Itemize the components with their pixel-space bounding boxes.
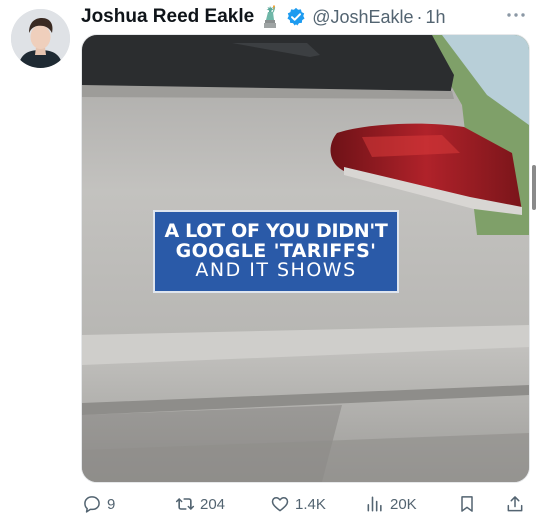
- tweet-header: Joshua Reed Eakle @JoshEakle · 1h: [81, 3, 446, 31]
- reply-icon: [84, 496, 100, 513]
- repost-button[interactable]: 204: [175, 490, 225, 518]
- verified-badge-icon: [287, 7, 305, 26]
- sticker-line-3: AND IT SHOWS: [195, 259, 357, 282]
- statue-of-liberty-icon: [264, 5, 277, 28]
- author-handle[interactable]: @JoshEakle: [312, 7, 413, 28]
- repost-count: 204: [200, 495, 226, 513]
- like-count: 1.4K: [295, 495, 326, 513]
- share-button[interactable]: [505, 490, 525, 518]
- views-button[interactable]: 20K: [365, 490, 417, 518]
- more-options-icon[interactable]: [505, 10, 527, 20]
- views-count: 20K: [390, 495, 417, 513]
- reply-count: 9: [107, 495, 116, 513]
- repost-icon: [175, 498, 195, 510]
- sticker-line-1: A LOT OF YOU DIDN'T: [164, 220, 388, 243]
- tweet-actions: 9 204 1.4K 20K: [0, 490, 540, 518]
- separator-dot: ·: [416, 6, 423, 27]
- bumper-sticker: A LOT OF YOU DIDN'T GOOGLE 'TARIFFS' AND…: [153, 210, 399, 293]
- bookmark-button[interactable]: [457, 490, 477, 518]
- share-icon: [507, 496, 523, 512]
- heart-icon: [271, 497, 289, 512]
- tweet-media-image[interactable]: A LOT OF YOU DIDN'T GOOGLE 'TARIFFS' AND…: [81, 34, 530, 483]
- bookmark-icon: [461, 496, 473, 512]
- analytics-icon: [367, 496, 382, 512]
- avatar[interactable]: [11, 9, 70, 68]
- like-button[interactable]: 1.4K: [270, 490, 326, 518]
- timestamp[interactable]: 1h: [426, 7, 446, 28]
- author-name[interactable]: Joshua Reed Eakle: [81, 6, 254, 28]
- scrollbar[interactable]: [532, 165, 536, 210]
- reply-button[interactable]: 9: [82, 490, 115, 518]
